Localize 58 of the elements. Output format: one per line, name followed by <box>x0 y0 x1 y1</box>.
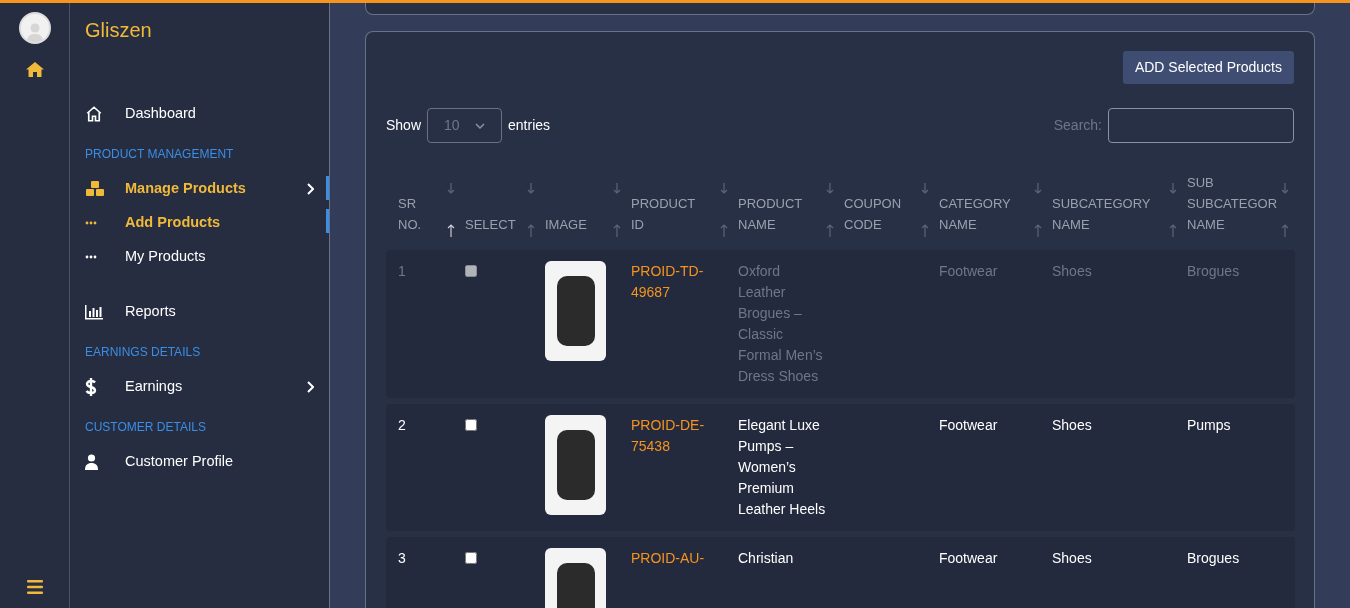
show-label: Show <box>386 116 422 135</box>
sidebar-subitem[interactable]: My Products <box>85 240 329 274</box>
chevron-right-icon <box>306 380 314 393</box>
column-header[interactable]: PRODUCT ID <box>631 193 696 239</box>
sidebar-item[interactable]: Customer Profile <box>85 444 329 479</box>
subsubcategory-name: Brogues <box>1187 549 1241 568</box>
sr-number: 2 <box>398 416 407 435</box>
product-id-link[interactable]: PROID-DE-75438 <box>631 415 711 457</box>
brand-title: Gliszen <box>85 18 152 43</box>
subcategory-name: Shoes <box>1052 416 1093 435</box>
product-name: Elegant Luxe Pumps – Women’s Premium Leather Heels <box>738 416 826 519</box>
section-heading: EARNINGS DETAILS <box>85 344 201 361</box>
sidebar-item[interactable]: Earnings <box>85 369 329 404</box>
subcategory-name: Shoes <box>1052 262 1093 281</box>
dots-icon <box>85 255 97 259</box>
boxes-icon <box>85 180 105 197</box>
category-name: Footwear <box>939 549 999 568</box>
subsubcategory-name: Pumps <box>1187 416 1232 435</box>
caret-icon <box>475 122 486 129</box>
home-icon[interactable] <box>25 61 44 77</box>
bar-chart-icon <box>85 303 103 320</box>
entries-label: entries <box>508 116 551 135</box>
home-icon <box>85 104 103 123</box>
dots-icon <box>85 221 97 225</box>
user-icon <box>85 453 98 470</box>
sr-number: 1 <box>398 262 407 281</box>
search-field[interactable] <box>1108 108 1294 143</box>
dollar-icon <box>85 377 97 396</box>
select-checkbox[interactable] <box>465 552 477 564</box>
subcategory-name: Shoes <box>1052 549 1093 568</box>
sidebar-item[interactable]: Manage Products <box>85 171 329 206</box>
column-header[interactable]: SR NO. <box>398 193 422 239</box>
sr-number: 3 <box>398 549 407 568</box>
column-header[interactable]: SUB SUBCATEGOR NAME <box>1187 172 1278 239</box>
category-name: Footwear <box>939 262 999 281</box>
chevron-right-icon <box>306 182 314 195</box>
column-header[interactable]: COUPON CODE <box>844 193 902 239</box>
section-heading: PRODUCT MANAGEMENT <box>85 146 234 163</box>
avatar[interactable] <box>18 12 51 44</box>
product-name: Christian <box>738 549 795 568</box>
select-checkbox[interactable] <box>465 419 477 431</box>
column-header[interactable]: CATEGORY NAME <box>939 193 1011 239</box>
sidebar-subitem[interactable]: Add Products <box>85 206 329 240</box>
sidebar-item[interactable]: Dashboard <box>85 96 329 131</box>
column-header[interactable]: SELECT <box>465 214 516 239</box>
product-id-link[interactable]: PROID-AU- <box>631 548 711 569</box>
section-heading: CUSTOMER DETAILS <box>85 419 206 436</box>
sidebar-item[interactable]: Reports <box>85 294 329 329</box>
menu-icon[interactable] <box>26 580 43 594</box>
search-label: Search: <box>1053 116 1102 135</box>
column-header[interactable]: IMAGE <box>545 214 587 239</box>
person-silhouette-icon <box>25 22 44 42</box>
add-selected-button[interactable]: ADD Selected Products <box>1122 51 1294 84</box>
subsubcategory-name: Brogues <box>1187 262 1241 281</box>
category-name: Footwear <box>939 416 999 435</box>
column-header[interactable]: SUBCATEGORY NAME <box>1052 193 1151 239</box>
product-name: Oxford Leather Brogues – Classic Formal Men’s Dress Shoes <box>738 262 824 386</box>
column-header[interactable]: PRODUCT NAME <box>738 193 803 239</box>
